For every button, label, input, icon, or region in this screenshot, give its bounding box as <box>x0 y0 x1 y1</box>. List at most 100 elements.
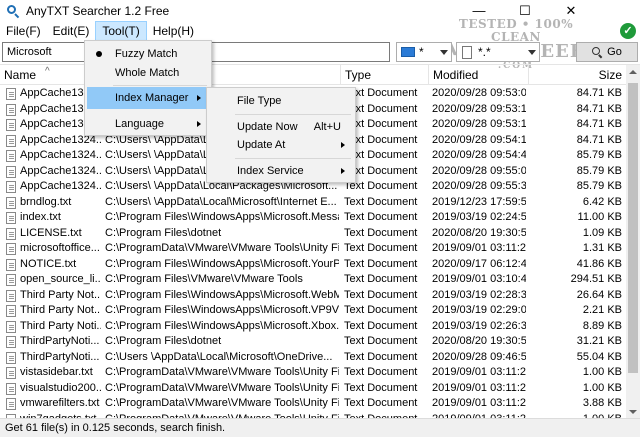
submenu-arrow-icon <box>197 95 201 101</box>
row-name: NOTICE.txt <box>20 257 77 270</box>
menu-separator <box>113 85 207 86</box>
search-icon <box>592 46 603 58</box>
menu-item-language[interactable]: Language <box>87 113 209 135</box>
go-button[interactable]: Go <box>576 42 638 62</box>
row-modified: 2020/09/28 09:53:05 <box>432 87 526 99</box>
maximize-button[interactable]: ☐ <box>502 0 548 21</box>
row-modified: 2020/09/28 09:55:36 <box>432 180 526 192</box>
table-row[interactable]: vmwarefilters.txt C:\ProgramData\VMware\V… <box>0 396 626 412</box>
table-row[interactable]: Third Party Noti... C:\Program Files\Wind… <box>0 319 626 335</box>
text-file-icon <box>6 150 16 162</box>
text-file-icon <box>6 336 16 348</box>
menu-item-file-type[interactable]: File Type <box>209 90 353 112</box>
table-row[interactable]: LICENSE.txt C:\Program Files\dotnet Text D… <box>0 226 626 242</box>
submenu-arrow-icon <box>341 168 345 174</box>
table-row[interactable]: Third Party Not... C:\Program Files\Windo… <box>0 303 626 319</box>
row-name: visualstudio200... <box>20 381 101 394</box>
scrollbar-thumb[interactable] <box>628 83 638 373</box>
row-size: 6.42 KB <box>582 195 622 208</box>
row-path: C:\Program Files\VMware\VMware Tools <box>105 273 303 285</box>
row-type: Text Document <box>344 304 418 316</box>
row-name: ThirdPartyNoti... <box>20 335 100 347</box>
row-path: C:\Program Files\WindowsApps\Microsoft.X… <box>105 319 339 332</box>
row-size: 1.00 KB <box>582 366 622 378</box>
row-size: 85.79 KB <box>576 164 622 177</box>
title-bar: AnyTXT Searcher 1.2 Free — ☐ ✕ <box>0 0 640 21</box>
table-row[interactable]: ThirdPartyNoti... C:\Program Files\dotnet… <box>0 334 626 350</box>
close-button[interactable]: ✕ <box>548 0 594 21</box>
status-bar: Get 61 file(s) in 0.125 seconds, search … <box>0 418 640 437</box>
row-name: brndlog.txt <box>20 195 72 208</box>
row-modified: 2019/09/01 03:10:40 <box>432 273 526 285</box>
table-row[interactable]: microsoftoffice... C:\ProgramData\VMware\… <box>0 241 626 257</box>
row-modified: 2020/09/28 09:55:02 <box>432 164 526 177</box>
text-file-icon <box>6 243 16 255</box>
row-modified: 2019/03/19 02:26:33 <box>432 319 526 332</box>
row-name: AppCache1324... <box>20 149 101 161</box>
row-modified: 2019/03/19 02:29:03 <box>432 304 526 316</box>
column-header-size[interactable]: Size <box>529 65 626 85</box>
table-row[interactable]: Third Party Not... C:\Program Files\Windo… <box>0 288 626 304</box>
menu-item-index-service[interactable]: Index Service <box>209 160 353 182</box>
table-row[interactable]: ThirdPartyNoti... C:\Users \AppData\Local… <box>0 350 626 366</box>
submenu-arrow-icon <box>197 121 201 127</box>
table-row[interactable]: NOTICE.txt C:\Program Files\WindowsApps\M… <box>0 257 626 273</box>
column-header-type[interactable]: Type <box>341 65 429 85</box>
text-file-icon <box>6 274 16 286</box>
menu-file[interactable]: File(F) <box>0 21 47 41</box>
row-name: LICENSE.txt <box>20 226 82 239</box>
row-type: Text Document <box>344 180 418 192</box>
row-size: 3.88 KB <box>582 397 622 409</box>
column-header-modified[interactable]: Modified <box>429 65 529 85</box>
extension-filter-select[interactable]: *.* <box>456 42 540 62</box>
row-name: AppCache1324... <box>20 164 101 177</box>
row-type: Text Document <box>344 335 418 347</box>
row-modified: 2020/08/20 19:30:52 <box>432 335 526 347</box>
row-size: 85.79 KB <box>576 180 622 192</box>
row-modified: 2019/03/19 02:28:32 <box>432 288 526 301</box>
row-modified: 2020/08/20 19:30:52 <box>432 226 526 239</box>
row-type: Text Document <box>344 381 418 394</box>
table-row[interactable]: index.txt C:\Program Files\WindowsApps\Mi… <box>0 210 626 226</box>
row-size: 31.21 KB <box>576 335 622 347</box>
selected-bullet-icon <box>96 51 102 57</box>
row-type: Text Document <box>344 87 418 99</box>
vertical-scrollbar[interactable] <box>626 65 640 418</box>
row-type: Text Document <box>344 133 418 146</box>
row-name: ThirdPartyNoti... <box>20 350 100 363</box>
row-path: C:\Program Files\WindowsApps\Microsoft.Y… <box>105 257 339 270</box>
menu-edit[interactable]: Edit(E) <box>47 21 96 41</box>
row-type: Text Document <box>344 350 418 363</box>
text-file-icon <box>6 398 16 410</box>
row-path: C:\Program Files\WindowsApps\Microsoft.W… <box>105 288 339 301</box>
row-name: AppCache1324... <box>20 180 101 192</box>
drive-filter-select[interactable]: * <box>396 42 452 62</box>
row-size: 55.04 KB <box>576 350 622 363</box>
scroll-down-arrow-icon[interactable] <box>629 410 637 414</box>
table-row[interactable]: brndlog.txt C:\Users\ \AppData\Local\Micr… <box>0 195 626 211</box>
row-path: C:\Program Files\WindowsApps\Microsoft.V… <box>105 304 339 316</box>
text-file-icon <box>6 305 16 317</box>
menu-item-index-manager[interactable]: Index Manager <box>87 87 209 109</box>
minimize-button[interactable]: — <box>456 0 502 21</box>
row-name: vistasidebar.txt <box>20 366 93 378</box>
row-modified: 2019/09/01 03:11:28 <box>432 397 526 409</box>
menu-item-whole-match[interactable]: Whole Match <box>87 62 209 84</box>
row-size: 85.79 KB <box>576 149 622 161</box>
row-name: Third Party Not... <box>20 304 101 316</box>
chevron-down-icon <box>440 50 448 55</box>
row-type: Text Document <box>344 149 418 161</box>
scroll-up-arrow-icon[interactable] <box>629 70 637 74</box>
text-file-icon <box>6 258 16 271</box>
table-row[interactable]: open_source_li... C:\Program Files\VMware… <box>0 272 626 288</box>
table-row[interactable]: visualstudio200... C:\ProgramData\VMware\… <box>0 381 626 397</box>
text-file-icon <box>6 351 16 364</box>
monitor-icon <box>401 47 415 57</box>
row-name: index.txt <box>20 211 61 223</box>
menu-item-update-at[interactable]: Update At <box>209 134 353 156</box>
text-file-icon <box>6 181 16 193</box>
menu-tool[interactable]: Tool(T) <box>95 21 147 41</box>
row-path: C:\ProgramData\VMware\VMware Tools\Unity… <box>105 381 339 394</box>
menu-help[interactable]: Help(H) <box>147 21 200 41</box>
table-row[interactable]: vistasidebar.txt C:\ProgramData\VMware\VM… <box>0 365 626 381</box>
